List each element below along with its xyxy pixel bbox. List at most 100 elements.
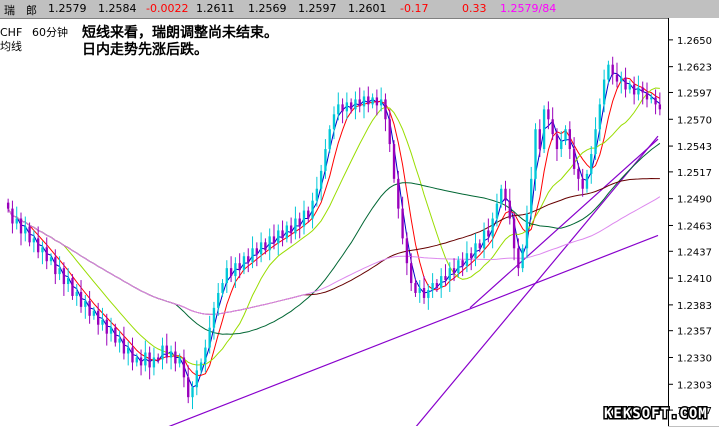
candle-body bbox=[409, 263, 413, 284]
candle-body bbox=[542, 109, 546, 150]
price-gridlines bbox=[668, 39, 673, 411]
candle-body bbox=[491, 218, 494, 237]
candle-body bbox=[487, 230, 490, 237]
candle-body bbox=[440, 276, 443, 289]
candle-body bbox=[251, 248, 254, 263]
candle-body bbox=[307, 210, 310, 219]
candle-body bbox=[294, 218, 297, 234]
candle-body bbox=[174, 351, 177, 364]
candle-body bbox=[272, 236, 276, 244]
y-tick-label: 1.2357 bbox=[677, 327, 712, 338]
candle-body bbox=[148, 352, 151, 368]
candle-body bbox=[465, 253, 469, 267]
candle-body bbox=[594, 129, 597, 155]
candle-body bbox=[641, 87, 644, 93]
candle-body bbox=[259, 242, 263, 255]
candle-body bbox=[195, 370, 198, 388]
indicator-label: 均线 bbox=[0, 39, 22, 53]
candle-body bbox=[517, 248, 520, 269]
candle-body bbox=[127, 347, 130, 354]
candle-body bbox=[585, 173, 589, 189]
candle-body bbox=[139, 357, 143, 366]
candle-body bbox=[105, 319, 108, 334]
candle-body bbox=[15, 218, 18, 224]
candle-body bbox=[581, 178, 584, 189]
candle-body bbox=[62, 268, 66, 285]
candle-body bbox=[182, 357, 186, 378]
candle-body bbox=[568, 129, 571, 150]
candle-body bbox=[534, 129, 537, 179]
candle-body bbox=[324, 149, 327, 171]
y-tick-label: 1.2597 bbox=[677, 88, 712, 99]
candle-body bbox=[75, 291, 78, 296]
candle-body bbox=[255, 248, 259, 255]
candle-body bbox=[362, 96, 366, 107]
candle-body bbox=[247, 256, 250, 263]
candle-body bbox=[555, 134, 559, 150]
candle-body bbox=[572, 149, 576, 169]
candle-body bbox=[650, 97, 653, 100]
candle-body bbox=[298, 218, 301, 227]
candle-body bbox=[504, 188, 507, 201]
candle-body bbox=[551, 119, 554, 135]
candle-body bbox=[637, 87, 640, 95]
candle-body bbox=[281, 230, 284, 239]
candle-body bbox=[431, 283, 434, 290]
fan-trendline bbox=[469, 138, 659, 309]
candle-body bbox=[392, 144, 396, 179]
candle-body bbox=[341, 104, 344, 112]
candle-body bbox=[109, 327, 113, 334]
candle-body bbox=[379, 99, 383, 106]
candle-body bbox=[289, 225, 293, 234]
y-tick-label: 1.2543 bbox=[677, 142, 712, 153]
y-tick-label: 1.2303 bbox=[677, 380, 712, 391]
candle-body bbox=[547, 109, 550, 120]
candle-body bbox=[367, 96, 370, 105]
candle-body bbox=[461, 260, 464, 267]
candle-body bbox=[482, 230, 486, 249]
candle-body bbox=[71, 278, 74, 296]
candle-body bbox=[92, 310, 96, 316]
candle-body bbox=[560, 141, 563, 150]
candle-body bbox=[88, 300, 91, 316]
candle-body bbox=[349, 102, 353, 110]
y-tick-label: 1.2623 bbox=[677, 63, 712, 74]
candle-body bbox=[49, 257, 53, 262]
candle-body bbox=[632, 84, 636, 95]
candle-body bbox=[590, 154, 593, 174]
candle-body bbox=[165, 345, 168, 358]
candle-body bbox=[371, 97, 374, 105]
candle-body bbox=[122, 338, 126, 354]
candles bbox=[6, 56, 662, 410]
candle-body bbox=[457, 260, 460, 274]
candle-body bbox=[435, 283, 439, 289]
candle-body bbox=[658, 104, 662, 110]
candle-body bbox=[530, 178, 533, 214]
candle-body bbox=[401, 208, 404, 239]
candle-body bbox=[221, 283, 224, 293]
candle-body bbox=[521, 248, 524, 269]
candle-body bbox=[328, 129, 331, 150]
candle-body bbox=[264, 242, 267, 251]
chart-svg: 1.2650 1.2623 1.2597 1.2570 1.2543 1.2517 1.24… bbox=[0, 24, 712, 426]
candle-body bbox=[375, 97, 379, 106]
candle-body bbox=[101, 319, 104, 325]
candle-body bbox=[332, 114, 336, 130]
candle-body bbox=[204, 347, 207, 363]
y-tick-label: 1.2410 bbox=[677, 274, 712, 285]
candle-body bbox=[452, 268, 456, 274]
candle-body bbox=[358, 99, 361, 107]
candle-body bbox=[448, 268, 451, 281]
candle-body bbox=[114, 327, 117, 343]
candle-body bbox=[615, 74, 619, 82]
candle-body bbox=[212, 307, 216, 328]
y-tick-label: 1.2383 bbox=[677, 301, 712, 312]
candle-body bbox=[311, 200, 314, 219]
candle-body bbox=[58, 268, 61, 275]
candle-body bbox=[620, 77, 623, 82]
candle-body bbox=[32, 238, 36, 243]
candle-body bbox=[191, 387, 194, 398]
candle-body bbox=[414, 283, 417, 293]
candle-body bbox=[654, 97, 657, 105]
candle-body bbox=[24, 226, 27, 234]
